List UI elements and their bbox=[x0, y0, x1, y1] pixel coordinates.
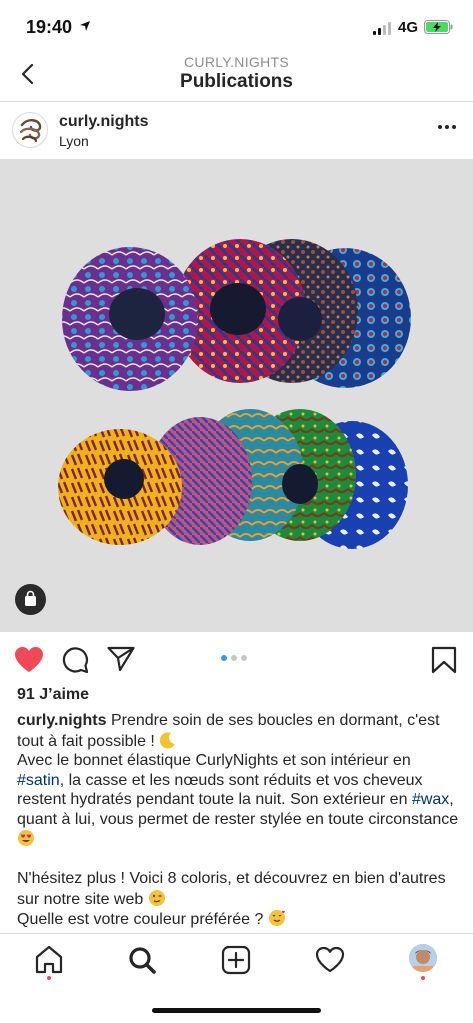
nav-header: CURLY.NIGHTS Publications bbox=[0, 50, 473, 102]
new-post-icon[interactable] bbox=[221, 944, 251, 976]
network-label: 4G bbox=[398, 19, 419, 36]
activity-heart-icon[interactable] bbox=[315, 944, 345, 976]
caption-part-2b: , la casse et les nœuds sont réduits et … bbox=[17, 771, 423, 809]
profile-avatar[interactable] bbox=[409, 944, 437, 972]
post-actions bbox=[0, 632, 473, 686]
hashtag-satin[interactable]: #satin bbox=[17, 772, 60, 789]
profile-notification-dot bbox=[421, 976, 425, 980]
home-icon[interactable] bbox=[34, 944, 64, 976]
caption-line-3: N'hésitez plus ! Voici 8 coloris, et déc… bbox=[17, 870, 446, 908]
caption-line-4: Quelle est votre couleur préférée ? bbox=[17, 911, 264, 928]
bonnets-photo bbox=[58, 239, 411, 549]
likes-count[interactable]: 91 J’aime bbox=[17, 686, 89, 704]
search-icon[interactable] bbox=[127, 944, 157, 976]
bookmark-icon[interactable] bbox=[431, 646, 457, 674]
location-arrow-icon bbox=[80, 21, 90, 31]
carousel-indicator bbox=[221, 655, 247, 661]
curly-logo-icon bbox=[19, 119, 42, 143]
heart-filled-icon[interactable] bbox=[14, 646, 44, 673]
post-username[interactable]: curly.nights bbox=[59, 113, 149, 131]
comment-icon[interactable] bbox=[61, 646, 89, 674]
page-title: Publications bbox=[180, 71, 293, 92]
crescent-moon-icon bbox=[160, 731, 176, 748]
share-icon[interactable] bbox=[107, 646, 135, 672]
heart-eyes-emoji-icon bbox=[18, 830, 34, 846]
status-bar: 19:40 4G bbox=[0, 0, 473, 50]
battery-charging-icon bbox=[424, 20, 453, 34]
home-notification-dot bbox=[47, 976, 51, 980]
post-image[interactable] bbox=[0, 159, 473, 632]
hashtag-wax[interactable]: #wax bbox=[412, 791, 449, 808]
account-avatar[interactable] bbox=[12, 112, 48, 148]
caption-part-2a: Avec le bonnet élastique CurlyNights et … bbox=[17, 752, 411, 769]
post-location[interactable]: Lyon bbox=[59, 133, 89, 149]
status-time: 19:40 bbox=[26, 17, 73, 37]
post-header: curly.nights Lyon bbox=[0, 103, 473, 159]
caption-username[interactable]: curly.nights bbox=[17, 712, 107, 729]
home-indicator bbox=[152, 1008, 321, 1013]
shopping-bag-icon[interactable] bbox=[15, 584, 46, 615]
wink-emoji-icon bbox=[148, 889, 165, 906]
post-caption: curly.nights Prendre soin de ses boucles… bbox=[17, 711, 462, 930]
header-account: CURLY.NIGHTS bbox=[184, 54, 289, 70]
smiling-hearts-emoji-icon bbox=[268, 910, 285, 926]
ellipsis-icon[interactable] bbox=[438, 125, 456, 129]
signal-icon bbox=[373, 22, 391, 35]
